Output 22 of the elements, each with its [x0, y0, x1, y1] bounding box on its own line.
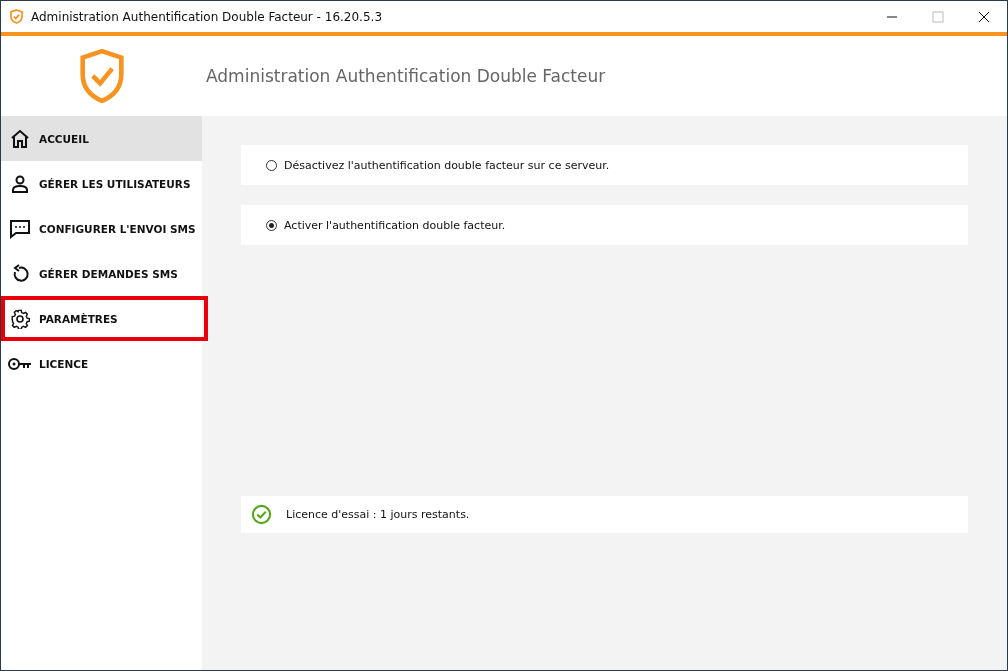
- option-label: Désactivez l'authentification double facteur sur ce serveur.: [284, 158, 610, 172]
- window-title: Administration Authentification Double Facteur - 16.20.5.3: [31, 9, 383, 24]
- nav-item[interactable]: PARAMÈTRES: [1, 296, 208, 341]
- license-status: Licence d'essai : 1 jours restants.: [286, 508, 470, 521]
- nav-label: LICENCE: [39, 357, 89, 370]
- option-label: Activer l'authentification double facteur.: [284, 218, 506, 232]
- nav-label: PARAMÈTRES: [39, 312, 118, 325]
- nav-label: GÉRER LES UTILISATEURS: [39, 177, 191, 190]
- shield-check-icon: [78, 48, 125, 104]
- chat-icon: [8, 218, 32, 239]
- check-circle-icon: [251, 504, 272, 525]
- nav-item[interactable]: GÉRER DEMANDES SMS: [1, 251, 202, 296]
- nav-item[interactable]: ACCUEIL: [1, 116, 202, 161]
- nav-label: ACCUEIL: [39, 132, 89, 145]
- nav-item[interactable]: GÉRER LES UTILISATEURS: [1, 161, 202, 206]
- key-icon: [8, 356, 32, 371]
- nav-item[interactable]: LICENCE: [1, 341, 202, 386]
- app-title: Administration Authentification Double Facteur: [206, 66, 606, 86]
- nav-label: CONFIGURER L'ENVOI SMS: [39, 222, 196, 235]
- nav-item[interactable]: CONFIGURER L'ENVOI SMS: [1, 206, 202, 251]
- shield-check-icon: [10, 9, 23, 24]
- nav-label: GÉRER DEMANDES SMS: [39, 267, 178, 280]
